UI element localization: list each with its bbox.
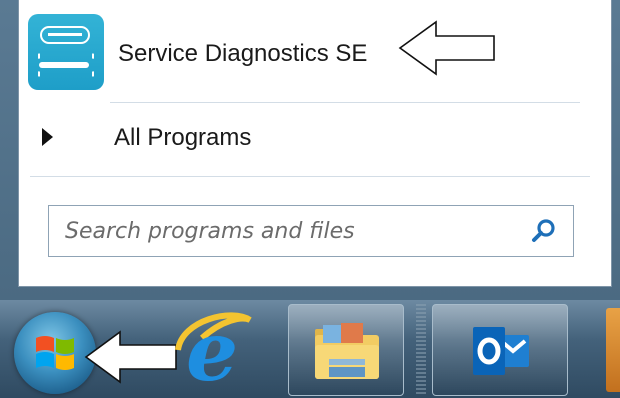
all-programs-button[interactable]: All Programs: [38, 112, 598, 164]
taskbar-separator: [416, 304, 426, 396]
search-icon[interactable]: [531, 218, 557, 244]
search-box[interactable]: [48, 205, 574, 257]
triangle-right-icon: [42, 128, 53, 146]
taskbar-overflow-item[interactable]: [606, 308, 620, 392]
taskbar-button-outlook[interactable]: [432, 304, 568, 396]
divider: [30, 176, 590, 177]
outlook-icon: [473, 327, 529, 375]
pointer-arrow-icon: [84, 330, 177, 384]
divider: [110, 102, 580, 103]
screenshot: Service Diagnostics SE All Programs e: [0, 0, 620, 398]
svg-text:e: e: [186, 310, 238, 392]
internet-explorer-icon[interactable]: e: [172, 310, 256, 392]
search-input[interactable]: [63, 206, 507, 256]
program-label: Service Diagnostics SE: [118, 40, 368, 67]
folder-icon: [315, 323, 379, 379]
all-programs-label: All Programs: [114, 124, 252, 151]
service-diagnostics-icon: [28, 14, 104, 90]
taskbar-button-windows-explorer[interactable]: [288, 304, 404, 396]
pointer-arrow-icon: [398, 20, 495, 76]
